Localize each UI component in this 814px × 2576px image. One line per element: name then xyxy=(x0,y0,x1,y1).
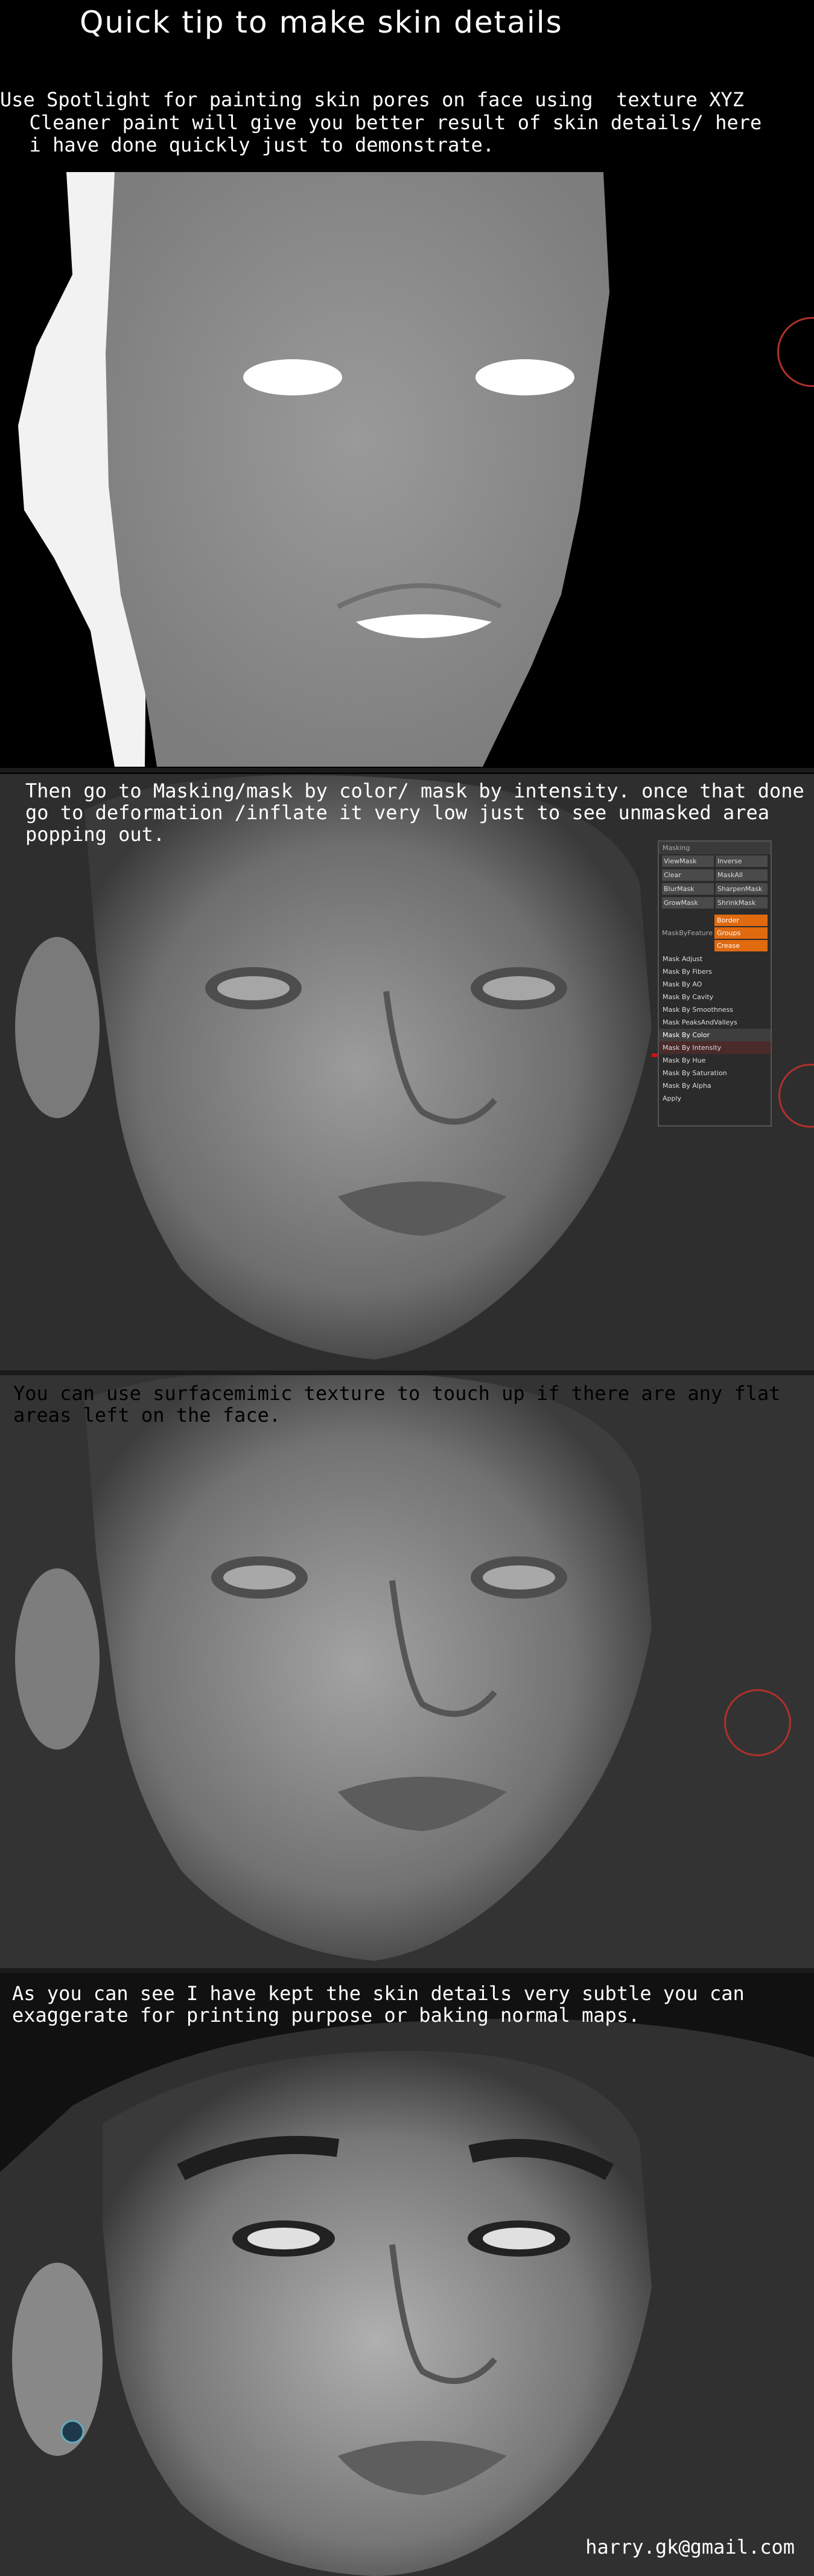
panel2-line-2: go to deformation /inflate it very low j… xyxy=(25,801,769,824)
intro-line-2: Cleaner paint will give you better resul… xyxy=(6,111,762,134)
panel4-line-1: As you can see I have kept the skin deta… xyxy=(12,1982,745,2005)
menu-item-mask-by-color[interactable]: Mask By Color xyxy=(659,1029,771,1041)
menu-item-mask-by-smoothness[interactable]: Mask By Smoothness xyxy=(659,1003,771,1016)
surfacemimic-panel: You can use surfacemimic texture to touc… xyxy=(0,1375,814,1973)
brush-cursor-ring xyxy=(724,1689,791,1756)
grow-mask-button[interactable]: GrowMask xyxy=(662,897,714,909)
blur-mask-button[interactable]: BlurMask xyxy=(662,883,714,895)
final-head-render xyxy=(0,1973,814,2576)
menu-item-mask-by-fibers[interactable]: Mask By Fibers xyxy=(659,965,771,978)
groups-toggle[interactable]: Groups xyxy=(714,927,768,939)
inverse-button[interactable]: Inverse xyxy=(716,855,768,867)
divider xyxy=(0,768,814,773)
intro-line-1: Use Spotlight for painting skin pores on… xyxy=(0,88,744,111)
divider xyxy=(0,1968,814,1973)
menu-item-mask-by-saturation[interactable]: Mask By Saturation xyxy=(659,1067,771,1079)
shrink-mask-button[interactable]: ShrinkMask xyxy=(716,897,768,909)
border-toggle[interactable]: Border xyxy=(714,915,768,926)
menu-item-mask-by-cavity[interactable]: Mask By Cavity xyxy=(659,991,771,1003)
textured-head-render xyxy=(15,1375,652,1961)
divider xyxy=(0,1370,814,1375)
masking-palette: Masking ViewMask Inverse Clear MaskAll B… xyxy=(658,840,772,1127)
final-detail-panel: As you can see I have kept the skin deta… xyxy=(0,1973,814,2576)
sharpen-mask-button[interactable]: SharpenMask xyxy=(716,883,768,895)
view-mask-button[interactable]: ViewMask xyxy=(662,855,714,867)
masking-palette-header: Masking xyxy=(659,842,771,854)
mask-by-feature-label: MaskByFeature xyxy=(662,929,713,937)
page-title: Quick tip to make skin details xyxy=(80,5,563,40)
intro-line-3: i have done quickly just to demonstrate. xyxy=(6,133,495,156)
panel4-line-2: exaggerate for printing purpose or bakin… xyxy=(12,2004,640,2027)
menu-item-apply[interactable]: Apply xyxy=(659,1092,771,1105)
menu-item-mask-by-intensity[interactable]: Mask By Intensity xyxy=(659,1041,771,1054)
menu-item-mask-by-hue[interactable]: Mask By Hue xyxy=(659,1054,771,1067)
spotlight-texture-panel xyxy=(0,172,814,767)
menu-item-mask-adjust[interactable]: Mask Adjust xyxy=(659,953,771,965)
flat-head-render xyxy=(0,172,609,767)
panel2-line-1: Then go to Masking/mask by color/ mask b… xyxy=(25,779,804,802)
clear-mask-button[interactable]: Clear xyxy=(662,869,714,881)
author-email: harry.gk@gmail.com xyxy=(585,2536,795,2558)
mask-all-button[interactable]: MaskAll xyxy=(716,869,768,881)
red-pointer-arrow-icon xyxy=(652,1053,658,1057)
crease-toggle[interactable]: Crease xyxy=(714,940,768,951)
panel2-line-3: popping out. xyxy=(25,823,165,846)
panel3-line-1: You can use surfacemimic texture to touc… xyxy=(13,1382,781,1405)
menu-item-mask-by-alpha[interactable]: Mask By Alpha xyxy=(659,1079,771,1092)
panel3-line-2: areas left on the face. xyxy=(13,1404,281,1427)
menu-item-mask-by-ao[interactable]: Mask By AO xyxy=(659,978,771,991)
menu-item-mask-peaks-valleys[interactable]: Mask PeaksAndValleys xyxy=(659,1016,771,1029)
